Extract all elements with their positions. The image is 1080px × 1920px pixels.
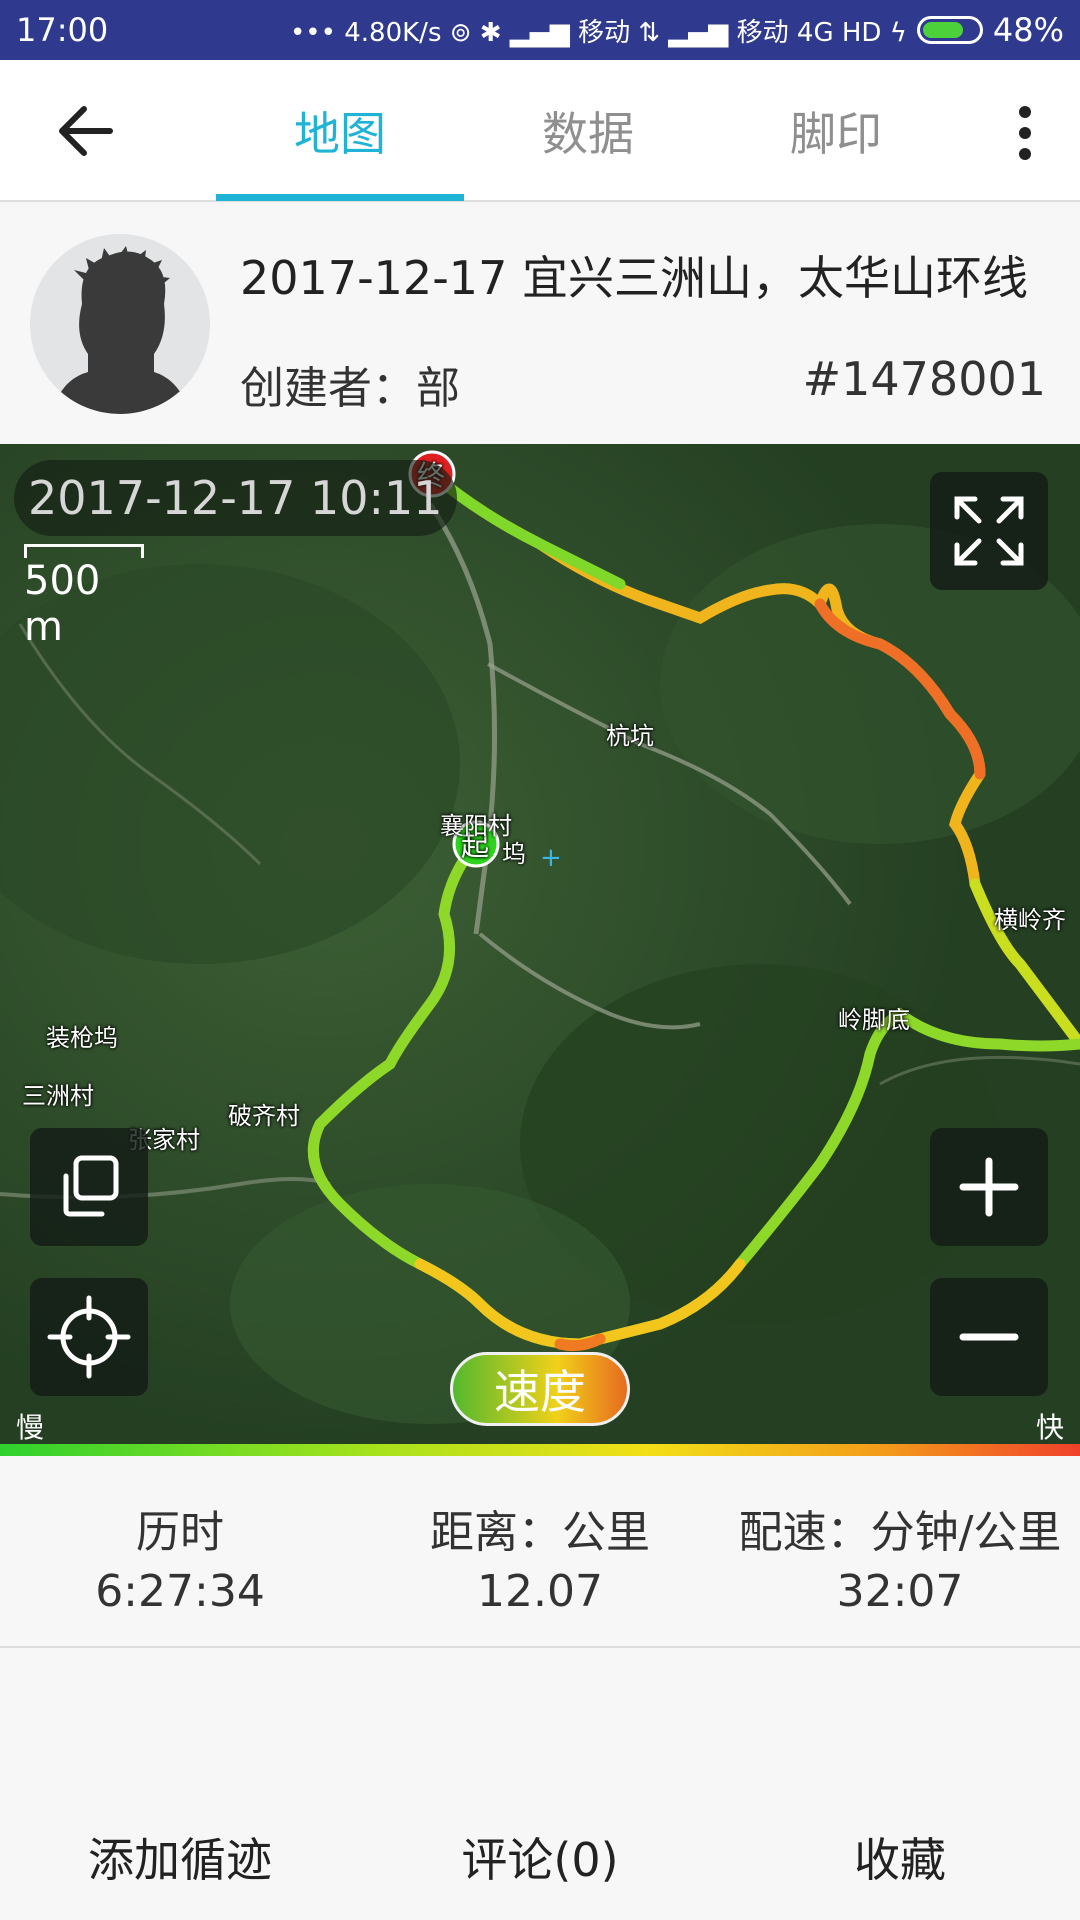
stat-pace: 配速：分钟/公里 32:07: [720, 1496, 1080, 1617]
satellite-map-background: +: [0, 444, 1080, 1444]
stat-value: 12.07: [477, 1566, 603, 1617]
creator-label: 创建者：部: [240, 363, 460, 414]
track-stats: 历时 6:27:34 距离：公里 12.07 配速：分钟/公里 32:07: [0, 1456, 1080, 1648]
speed-legend-bar: [0, 1444, 1080, 1456]
more-vertical-icon[interactable]: [1010, 106, 1040, 166]
fast-label: 快: [1035, 1411, 1064, 1444]
stat-label: 配速：分钟/公里: [738, 1507, 1062, 1558]
status-bar: 17:00 ••• 4.80K/s ⊚ ✱ ▂▄▆ 移动 ⇅ ▂▄▆ 移动 4G…: [0, 0, 1080, 60]
place-label: 岭脚底: [838, 1006, 910, 1034]
crosshair-icon: [47, 1295, 131, 1379]
track-map[interactable]: + 终 起 杭坑 襄阳村 坞 横岭齐 岭脚底 装枪坞 三洲村 破齐村 张家村 2…: [0, 444, 1080, 1444]
stat-distance: 距离：公里 12.07: [360, 1496, 720, 1617]
zoom-in-button[interactable]: [930, 1128, 1048, 1246]
tab-data[interactable]: 数据: [464, 98, 712, 164]
speed-mode-button[interactable]: 速度: [450, 1352, 630, 1426]
fullscreen-button[interactable]: [930, 472, 1048, 590]
track-timestamp: 2017-12-17 10:11: [14, 460, 457, 536]
expand-icon: [954, 496, 1024, 566]
stat-duration: 历时 6:27:34: [0, 1496, 360, 1617]
scale-label: 500 m: [24, 558, 101, 650]
track-header: 2017-12-17 宜兴三洲山，太华山环线 创建者：部 #1478001: [0, 204, 1080, 444]
add-track-button[interactable]: 添加循迹: [0, 1824, 360, 1890]
stat-label: 历时: [136, 1507, 224, 1558]
comments-button[interactable]: 评论(0): [360, 1824, 720, 1890]
place-label: 破齐村: [228, 1102, 300, 1130]
layers-icon: [63, 1155, 119, 1217]
track-id: #1478001: [802, 352, 1046, 406]
tab-indicator: [216, 194, 464, 201]
place-label: 杭坑: [606, 722, 654, 750]
zoom-out-button[interactable]: [930, 1278, 1048, 1396]
status-time: 17:00: [16, 11, 109, 49]
svg-text:+: +: [540, 843, 562, 873]
avatar[interactable]: [30, 234, 210, 414]
tab-footprints[interactable]: 脚印: [712, 98, 960, 164]
plus-icon: [959, 1157, 1019, 1217]
battery-percent: 48%: [992, 11, 1064, 49]
minus-icon: [959, 1333, 1019, 1341]
place-label: 装枪坞: [46, 1024, 118, 1052]
place-label: 横岭齐: [994, 906, 1066, 934]
favorite-button[interactable]: 收藏: [720, 1824, 1080, 1890]
stat-label: 距离：公里: [430, 1507, 650, 1558]
stat-value: 32:07: [836, 1566, 964, 1617]
bottom-actions: 添加循迹 评论(0) 收藏: [0, 1648, 1080, 1920]
map-layers-button[interactable]: [30, 1128, 148, 1246]
app-bar: 地图 数据 脚印: [0, 60, 1080, 202]
battery-icon: [916, 16, 983, 44]
track-title: 2017-12-17 宜兴三洲山，太华山环线: [240, 251, 1028, 305]
map-scale: 500 m: [24, 544, 144, 650]
locate-button[interactable]: [30, 1278, 148, 1396]
place-label: 坞: [502, 840, 526, 868]
tab-map[interactable]: 地图: [216, 98, 464, 164]
stat-value: 6:27:34: [95, 1566, 265, 1617]
status-indicators: ••• 4.80K/s ⊚ ✱ ▂▄▆ 移动 ⇅ ▂▄▆ 移动 4G HD ϟ …: [290, 11, 1064, 49]
network-status-text: ••• 4.80K/s ⊚ ✱ ▂▄▆ 移动 ⇅ ▂▄▆ 移动 4G HD ϟ: [289, 17, 907, 48]
slow-label: 慢: [16, 1411, 45, 1444]
place-label: 三洲村: [22, 1082, 94, 1110]
arrow-left-icon[interactable]: [50, 96, 120, 166]
